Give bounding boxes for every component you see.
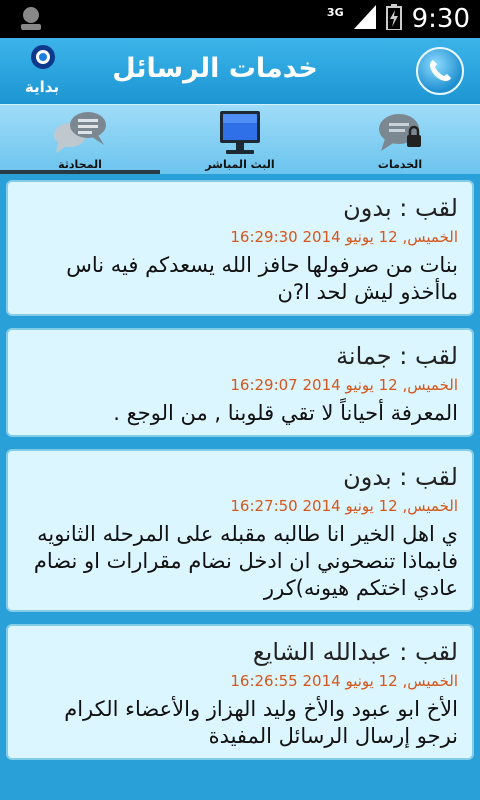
- network-type: 3G: [326, 5, 344, 19]
- app-notification-icon: [16, 4, 46, 34]
- tab-label: البث المباشر: [205, 158, 275, 171]
- tab-services[interactable]: الخدمات: [320, 105, 480, 175]
- tab-chat[interactable]: المحادثة: [0, 105, 160, 175]
- message-card[interactable]: لقب : بدون الخميس, 12 يونيو 2014 16:29:3…: [6, 180, 474, 316]
- message-card[interactable]: لقب : عبدالله الشايع الخميس, 12 يونيو 20…: [6, 624, 474, 760]
- message-card[interactable]: لقب : جمانة الخميس, 12 يونيو 2014 16:29:…: [6, 328, 474, 437]
- app-header: خدمات الرسائل بداية: [0, 38, 480, 104]
- message-nickname: لقب : بدون: [343, 463, 458, 491]
- tab-label: المحادثة: [58, 158, 102, 171]
- battery-charging-icon: [385, 4, 402, 34]
- app-logo[interactable]: بداية: [14, 44, 70, 98]
- call-button[interactable]: [416, 47, 464, 95]
- phone-icon: [430, 60, 451, 81]
- status-bar: 3G 9:30: [0, 0, 480, 38]
- message-nickname: لقب : بدون: [343, 194, 458, 222]
- message-text: ي اهل الخير انا طالبه مقبله على المرحله …: [33, 522, 458, 600]
- message-date: الخميس, 12 يونيو 2014 16:27:50: [230, 497, 458, 515]
- signal-icon: [353, 5, 376, 33]
- message-date: الخميس, 12 يونيو 2014 16:29:30: [230, 228, 458, 246]
- monitor-icon: [214, 109, 266, 161]
- messages-list[interactable]: لقب : بدون الخميس, 12 يونيو 2014 16:29:3…: [0, 174, 480, 800]
- tab-live-broadcast[interactable]: البث المباشر: [160, 105, 320, 175]
- tab-label: الخدمات: [377, 158, 423, 171]
- tab-bar: الخدمات البث المباشر المحادثة: [0, 104, 480, 175]
- message-card[interactable]: لقب : بدون الخميس, 12 يونيو 2014 16:27:5…: [6, 449, 474, 612]
- message-text: الأخ ابو عبود والأخ وليد الهزاز والأعضاء…: [64, 697, 458, 748]
- logo-text: بداية: [24, 78, 60, 96]
- message-date: الخميس, 12 يونيو 2014 16:26:55: [230, 672, 458, 690]
- message-text: المعرفة أحياناً لا تقي قلوبنا , من الوجع…: [113, 401, 458, 425]
- message-date: الخميس, 12 يونيو 2014 16:29:07: [230, 376, 458, 394]
- lock-chat-icon: [375, 109, 425, 159]
- message-text: بنات من صرفولها حافز الله يسعدكم فيه ناس…: [66, 253, 458, 304]
- message-nickname: لقب : عبدالله الشايع: [252, 638, 458, 666]
- logo-icon: [31, 45, 55, 69]
- message-nickname: لقب : جمانة: [336, 342, 458, 370]
- chat-bubbles-icon: [52, 109, 108, 159]
- clock: 9:30: [411, 4, 470, 34]
- page-title: خدمات الرسائل: [112, 53, 318, 84]
